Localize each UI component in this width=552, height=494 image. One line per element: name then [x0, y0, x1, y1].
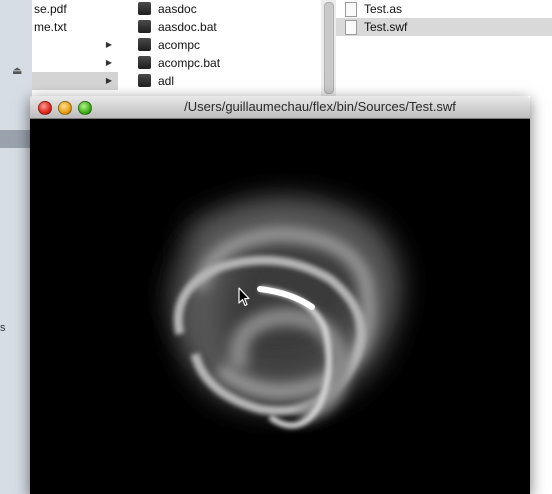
document-icon: [345, 20, 357, 35]
sidebar-selected-item[interactable]: [0, 130, 32, 148]
finder-column-3: Test.as Test.swf: [336, 0, 552, 100]
list-item-label: adl: [158, 74, 175, 88]
list-item[interactable]: Test.as: [336, 0, 552, 18]
executable-icon: [138, 38, 151, 51]
disclosure-arrow-icon: ▶: [105, 58, 112, 67]
list-item-label: Test.swf: [364, 20, 408, 34]
list-item-selected[interactable]: ▶: [32, 72, 118, 90]
list-item-label: acompc: [158, 38, 201, 52]
document-icon: [345, 2, 357, 17]
finder-sidebar: ⏏ s: [0, 0, 33, 494]
list-item[interactable]: aasdoc.bat: [118, 18, 321, 36]
list-item-label: me.txt: [34, 20, 67, 34]
list-item-label: aasdoc: [158, 2, 197, 16]
scrollbar-thumb[interactable]: [324, 2, 334, 94]
list-item[interactable]: adl: [118, 72, 321, 90]
list-item[interactable]: ▶: [32, 36, 118, 54]
executable-icon: [138, 74, 151, 87]
list-item[interactable]: acompc: [118, 36, 321, 54]
glow-trail: [170, 199, 400, 429]
executable-icon: [138, 20, 151, 33]
swf-artwork: [170, 199, 400, 429]
finder-column-2: aasdoc aasdoc.bat acompc acompc.bat adl: [118, 0, 322, 100]
window-titlebar[interactable]: /Users/guillaumechau/flex/bin/Sources/Te…: [30, 96, 530, 119]
swf-canvas[interactable]: [30, 119, 530, 494]
window-title: /Users/guillaumechau/flex/bin/Sources/Te…: [184, 99, 456, 114]
list-item-label: se.pdf: [34, 2, 67, 16]
list-item-label: aasdoc.bat: [158, 20, 217, 34]
sidebar-text-fragment: s: [0, 322, 6, 334]
executable-icon: [138, 56, 151, 69]
scrollbar[interactable]: [321, 0, 337, 100]
disclosure-arrow-icon: ▶: [105, 76, 112, 85]
list-item[interactable]: me.txt: [32, 18, 118, 36]
list-item-selected[interactable]: Test.swf: [336, 18, 552, 36]
zoom-button[interactable]: [78, 101, 92, 115]
list-item-label: Test.as: [364, 2, 403, 16]
list-item-label: acompc.bat: [158, 56, 221, 70]
close-button[interactable]: [38, 101, 52, 115]
minimize-button[interactable]: [58, 101, 72, 115]
eject-icon[interactable]: ⏏: [12, 64, 22, 77]
list-item[interactable]: acompc.bat: [118, 54, 321, 72]
executable-icon: [138, 2, 151, 15]
list-item[interactable]: aasdoc: [118, 0, 321, 18]
disclosure-arrow-icon: ▶: [105, 40, 112, 49]
finder-column-1: se.pdf me.txt ▶ ▶ ▶: [32, 0, 119, 100]
flash-player-window: /Users/guillaumechau/flex/bin/Sources/Te…: [30, 96, 530, 494]
list-item[interactable]: ▶: [32, 54, 118, 72]
list-item[interactable]: se.pdf: [32, 0, 118, 18]
